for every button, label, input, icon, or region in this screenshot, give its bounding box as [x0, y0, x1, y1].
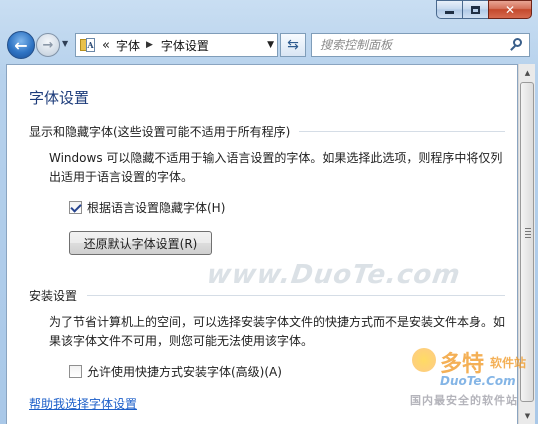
scroll-up-button[interactable]: ▲	[519, 64, 536, 81]
shortcut-install-label[interactable]: 允许使用快捷方式安装字体(高级)(A)	[87, 363, 282, 380]
shortcut-install-checkbox[interactable]	[69, 365, 82, 378]
section-divider	[299, 131, 505, 132]
hide-fonts-checkbox[interactable]	[69, 201, 82, 214]
watermark-text: www.DuoTe.com	[204, 260, 463, 290]
close-icon: ✕	[504, 2, 516, 17]
page-title: 字体设置	[29, 89, 90, 107]
refresh-button[interactable]: ⇆	[280, 33, 306, 57]
forward-button[interactable]: →	[36, 33, 60, 57]
navigation-bar: ← → ▼ A « 字体 ▶ 字体设置 ▼ ⇆	[0, 28, 538, 62]
font-folder-icon: A	[80, 38, 96, 52]
back-button[interactable]: ←	[7, 31, 35, 59]
watermark-logo-slogan: 国内最安全的软件站	[410, 394, 518, 407]
search-box[interactable]	[311, 33, 530, 57]
sun-logo-icon	[412, 348, 436, 372]
hide-fonts-label[interactable]: 根据语言设置隐藏字体(H)	[87, 199, 225, 216]
address-chevron-icon[interactable]: «	[102, 38, 110, 53]
search-icon[interactable]	[510, 38, 524, 52]
breadcrumb-fonts[interactable]: 字体	[116, 37, 140, 54]
shortcut-install-option[interactable]: 允许使用快捷方式安装字体(高级)(A)	[69, 363, 282, 380]
chevron-down-icon: ▼	[62, 39, 69, 48]
section-heading-install: 安装设置	[29, 289, 78, 303]
hide-fonts-option[interactable]: 根据语言设置隐藏字体(H)	[69, 199, 225, 216]
search-input[interactable]	[320, 38, 500, 52]
breadcrumb-font-settings[interactable]: 字体设置	[161, 37, 209, 54]
minimize-icon	[445, 11, 454, 14]
forward-arrow-icon: →	[42, 37, 54, 53]
section-divider	[87, 295, 505, 296]
watermark-logo-subtitle: 软件站	[490, 356, 527, 370]
close-button[interactable]: ✕	[488, 0, 532, 19]
grip-icon	[525, 228, 531, 240]
minimize-button[interactable]	[436, 0, 462, 19]
scroll-up-icon: ▲	[524, 68, 531, 77]
section-heading-display: 显示和隐藏字体(这些设置可能不适用于所有程序)	[29, 125, 291, 139]
section-description-display: Windows 可以隐藏不适用于输入语言设置的字体。如果选择此选项，则程序中将仅…	[49, 151, 503, 184]
maximize-button[interactable]	[462, 0, 488, 19]
watermark-logo: 多特 软件站 DuoTe.Com 国内最安全的软件站	[410, 346, 538, 424]
window-frame: ✕ ← → ▼ A « 字体 ▶ 字体设置 ▼ ⇆ 搜索控制面板 www.Duo…	[0, 0, 538, 424]
address-bar[interactable]: A « 字体 ▶ 字体设置 ▼	[75, 33, 278, 57]
help-link[interactable]: 帮助我选择字体设置	[29, 395, 137, 412]
breadcrumb-separator-icon[interactable]: ▶	[146, 40, 153, 50]
watermark-logo-url: DuoTe.Com	[440, 374, 516, 388]
address-dropdown-icon[interactable]: ▼	[267, 40, 274, 50]
caption-buttons: ✕	[436, 0, 532, 19]
back-arrow-icon: ←	[14, 35, 28, 55]
restore-default-button[interactable]: 还原默认字体设置(R)	[69, 231, 212, 255]
recent-pages-button[interactable]: ▼	[62, 39, 72, 49]
maximize-icon	[471, 5, 480, 14]
refresh-icon: ⇆	[287, 37, 299, 53]
